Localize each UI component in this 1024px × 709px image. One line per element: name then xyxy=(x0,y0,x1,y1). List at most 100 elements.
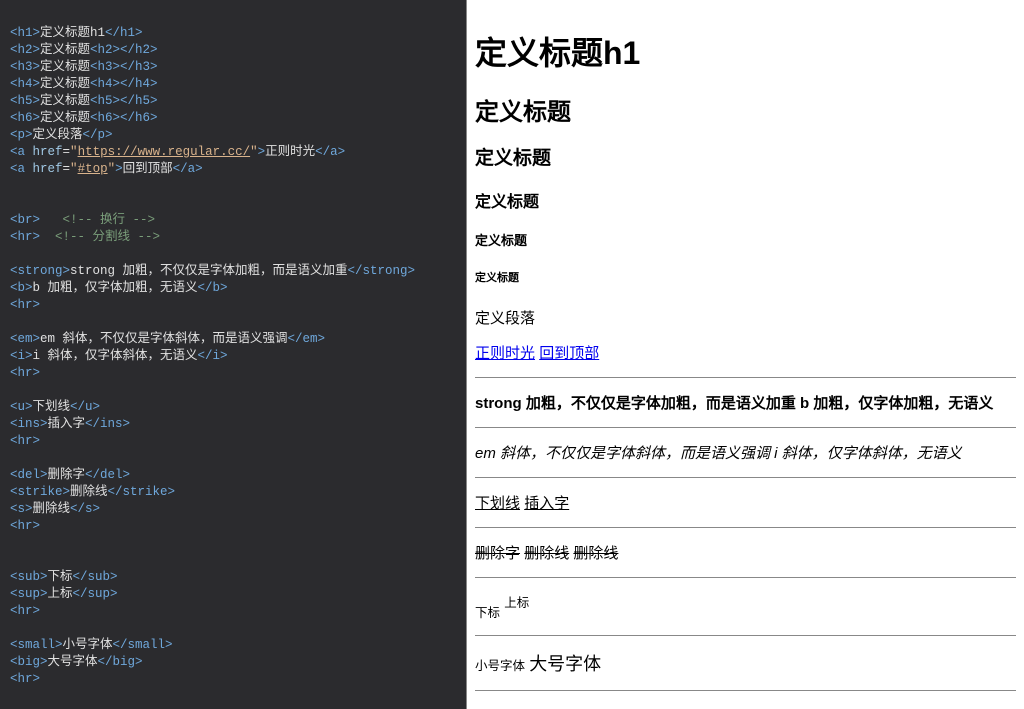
code-token: <h2> xyxy=(10,43,40,57)
code-token: strong 加粗，不仅仅是字体加粗，而是语义加重 xyxy=(70,264,348,278)
heading-h1: 定义标题h1 xyxy=(475,28,1016,74)
i-text: i 斜体，仅字体斜体，无语义 xyxy=(770,445,962,462)
strike-text: 删除线 xyxy=(524,545,569,562)
code-token: <i> xyxy=(10,349,33,363)
hr-divider xyxy=(475,427,1016,428)
code-token: 定义标题 xyxy=(40,43,90,57)
code-token: #top xyxy=(78,162,108,176)
code-token: <h4> xyxy=(90,77,120,91)
code-token: 下标 xyxy=(48,570,73,584)
paragraph: 定义段落 xyxy=(475,307,1016,328)
code-token: </i> xyxy=(198,349,228,363)
ins-text: 插入字 xyxy=(524,495,569,512)
code-token: </s> xyxy=(70,502,100,516)
code-token: <hr> xyxy=(10,230,40,244)
code-token: 定义标题 xyxy=(40,77,90,91)
sub-text: 下标 xyxy=(475,606,500,620)
code-token: <a xyxy=(10,145,33,159)
code-token: <!-- 换行 --> xyxy=(63,213,156,227)
hr-divider xyxy=(475,690,1016,691)
code-token: 定义标题h1 xyxy=(40,26,105,40)
code-token: </h3> xyxy=(120,60,158,74)
code-token: https://www.regular.cc/ xyxy=(78,145,251,159)
code-token: <h6> xyxy=(10,111,40,125)
code-token: </a> xyxy=(315,145,345,159)
code-token: 大号字体 xyxy=(48,655,98,669)
heading-h5: 定义标题 xyxy=(475,230,1016,249)
code-token: <strike> xyxy=(10,485,70,499)
code-token: <h3> xyxy=(90,60,120,74)
code-token: </h1> xyxy=(105,26,143,40)
hr-divider xyxy=(475,635,1016,636)
code-token: </h6> xyxy=(120,111,158,125)
code-token: <hr> xyxy=(10,434,40,448)
code-token: em 斜体，不仅仅是字体斜体，而是语义强调 xyxy=(40,332,288,346)
code-token: b 加粗，仅字体加粗，无语义 xyxy=(33,281,198,295)
code-token: <hr> xyxy=(10,672,40,686)
heading-h2: 定义标题 xyxy=(475,92,1016,127)
link-regular[interactable]: 正则时光 xyxy=(475,345,535,362)
code-token: <h4> xyxy=(10,77,40,91)
code-token xyxy=(40,213,63,227)
code-token: </small> xyxy=(113,638,173,652)
code-token: <hr> xyxy=(10,366,40,380)
code-token: " xyxy=(250,145,258,159)
code-token: > xyxy=(115,162,123,176)
code-token: <strong> xyxy=(10,264,70,278)
b-text: b 加粗，仅字体加粗，无语义 xyxy=(796,395,994,412)
code-token: <s> xyxy=(10,502,33,516)
link-top[interactable]: 回到顶部 xyxy=(539,345,599,362)
code-token: <h3> xyxy=(10,60,40,74)
code-token: <p> xyxy=(10,128,33,142)
big-text: 大号字体 xyxy=(529,654,601,674)
code-token xyxy=(40,230,55,244)
code-token: </em> xyxy=(288,332,326,346)
code-token: <sub> xyxy=(10,570,48,584)
code-token: <em> xyxy=(10,332,40,346)
hr-divider xyxy=(475,477,1016,478)
code-token: <ins> xyxy=(10,417,48,431)
code-token: > xyxy=(258,145,266,159)
code-token: <sup> xyxy=(10,587,48,601)
code-token: </strong> xyxy=(348,264,416,278)
code-token: 正则时光 xyxy=(265,145,315,159)
s-text: 删除线 xyxy=(573,545,618,562)
sup-text: 上标 xyxy=(504,596,529,610)
code-token: <big> xyxy=(10,655,48,669)
code-token: </sub> xyxy=(73,570,118,584)
code-token: i 斜体，仅字体斜体，无语义 xyxy=(33,349,198,363)
code-token: <b> xyxy=(10,281,33,295)
heading-h4: 定义标题 xyxy=(475,188,1016,212)
code-token: </a> xyxy=(173,162,203,176)
code-token: 删除线 xyxy=(70,485,108,499)
code-token: 定义标题 xyxy=(40,111,90,125)
code-token: 定义标题 xyxy=(40,94,90,108)
code-token: <del> xyxy=(10,468,48,482)
code-token: 回到顶部 xyxy=(123,162,173,176)
hr-divider xyxy=(475,527,1016,528)
code-token: = xyxy=(63,145,71,159)
code-token: <h2> xyxy=(90,43,120,57)
code-token: <!-- 分割线 --> xyxy=(55,230,160,244)
code-token: </ins> xyxy=(85,417,130,431)
code-token: </h4> xyxy=(120,77,158,91)
code-token: <h5> xyxy=(90,94,120,108)
code-token: " xyxy=(70,145,78,159)
code-token: " xyxy=(70,162,78,176)
code-token: </h5> xyxy=(120,94,158,108)
code-token: 小号字体 xyxy=(63,638,113,652)
code-token: href xyxy=(33,162,63,176)
code-token: " xyxy=(108,162,116,176)
code-token: <h1> xyxy=(10,26,40,40)
hr-divider xyxy=(475,377,1016,378)
code-token: </big> xyxy=(98,655,143,669)
code-editor[interactable]: <h1>定义标题h1</h1> <h2>定义标题<h2></h2> <h3>定义… xyxy=(0,0,466,709)
code-token: <br> xyxy=(10,213,40,227)
em-text: em 斜体，不仅仅是字体斜体，而是语义强调 xyxy=(475,445,770,462)
small-text: 小号字体 xyxy=(475,659,525,673)
code-token: href xyxy=(33,145,63,159)
code-token: 上标 xyxy=(48,587,73,601)
u-text: 下划线 xyxy=(475,495,520,512)
code-token: <hr> xyxy=(10,298,40,312)
code-token: <h5> xyxy=(10,94,40,108)
